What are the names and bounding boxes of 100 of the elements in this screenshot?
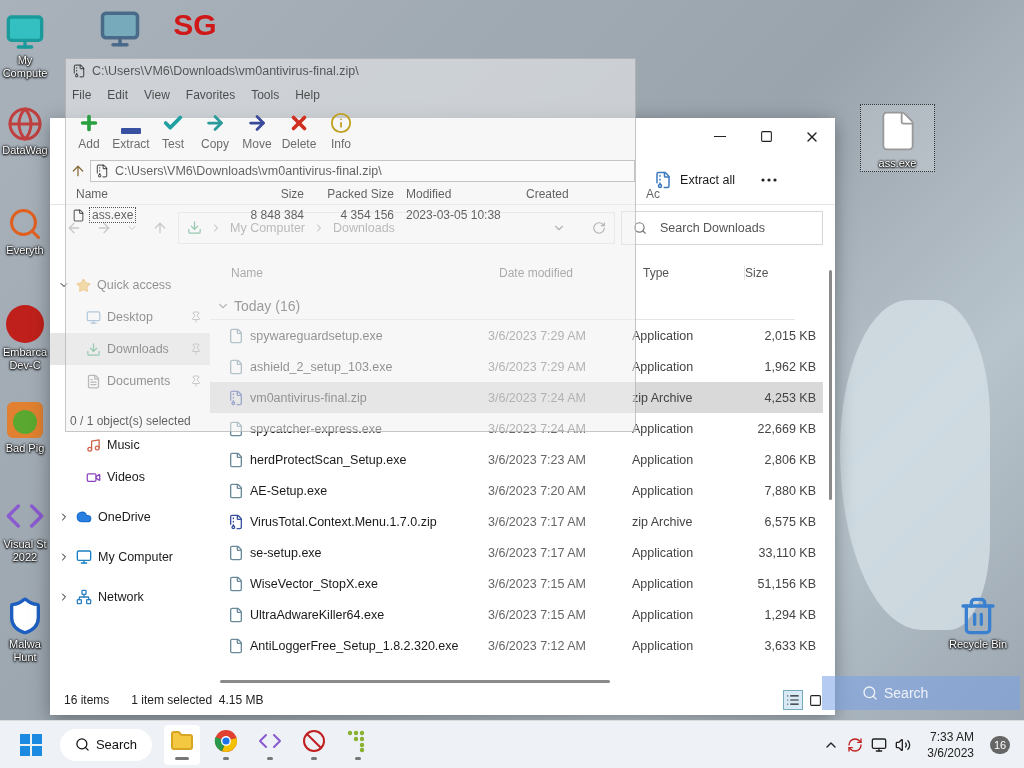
toolbar-button[interactable]: Delete	[282, 112, 316, 151]
archive-icon	[95, 164, 109, 178]
list-icon	[786, 693, 800, 707]
search-field[interactable]: Search Downloads	[621, 210, 823, 245]
file-icon	[72, 208, 85, 222]
file-name: se-setup.exe	[250, 545, 322, 560]
type-cell-text: Application	[632, 328, 695, 343]
file-name: herdProtectScan_Setup.exe	[250, 452, 407, 467]
column-header[interactable]: Created	[522, 187, 642, 201]
date-cell-text: 3/6/2023 7:24 AM	[488, 421, 587, 436]
file-row[interactable]: se-setup.exe 3/6/2023 7:17 AM Application 33,110 KB	[210, 537, 823, 568]
date-cell-text: 3/6/2023 7:29 AM	[488, 328, 587, 343]
file-row[interactable]: ashield_2_setup_103.exe 3/6/2023 7:29 AM Application 1,962 KB	[210, 351, 823, 382]
size-cell-text: 3,633 KB	[763, 638, 816, 653]
nav-tree-item[interactable]: Music	[50, 429, 210, 461]
type-cell-text: zip Archive	[632, 514, 694, 529]
column-header[interactable]: Modified	[402, 187, 522, 201]
file-row[interactable]: AntiLoggerFree_Setup_1.8.2.320.exe 3/6/2023 7:12 AM Application 3,633 KB	[210, 630, 823, 661]
file-icon	[228, 451, 244, 468]
column-header[interactable]: Name	[72, 187, 202, 201]
up-icon[interactable]	[70, 163, 86, 179]
nav-tree-item[interactable]: My Computer	[50, 541, 210, 573]
volume-icon[interactable]	[895, 736, 912, 753]
status-text: 0 / 1 object(s) selected	[69, 413, 191, 430]
file-icon	[228, 358, 244, 375]
minimize-icon	[714, 135, 726, 138]
table-cell-text: 2023-03-05 10:38	[405, 208, 502, 222]
size-cell-text: 33,110 KB	[757, 545, 816, 560]
date-cell-text: 3/6/2023 7:17 AM	[488, 545, 587, 560]
size-cell-text: 6,575 KB	[763, 514, 816, 529]
file-name: spywareguardsetup.exe	[250, 328, 383, 343]
file-row[interactable]: WiseVector_StopX.exe 3/6/2023 7:15 AM Application 51,156 KB	[210, 568, 823, 599]
menu-item[interactable]: Favorites	[185, 88, 236, 102]
menu-item[interactable]: View	[144, 88, 170, 102]
archive-icon	[654, 170, 673, 189]
file-row[interactable]: UltraAdwareKiller64.exe 3/6/2023 7:15 AM Application 1,294 KB	[210, 599, 823, 630]
menu-item[interactable]: File	[72, 88, 92, 102]
nav-tree-item[interactable]: Documents	[50, 365, 210, 397]
file-name: VirusTotal.Context.Menu.1.7.0.zip	[250, 514, 437, 529]
column-header[interactable]: Size	[744, 266, 816, 280]
start-button[interactable]	[20, 733, 42, 756]
item-count: 16 items	[64, 693, 110, 707]
archive-icon	[228, 513, 244, 530]
date-cell-text: 3/6/2023 7:15 AM	[488, 576, 587, 591]
type-cell-text: Application	[632, 359, 695, 374]
taskbar-search[interactable]: Search	[60, 728, 152, 761]
file-row[interactable]: VirusTotal.Context.Menu.1.7.0.zip 3/6/2023 7:17 AM zip Archive 6,575 KB	[210, 506, 823, 537]
file-name: vm0antivirus-final.zip	[250, 390, 367, 405]
file-row[interactable]: AE-Setup.exe 3/6/2023 7:20 AM Application 7,880 KB	[210, 475, 823, 506]
nav-tree-item[interactable]: Quick access	[50, 269, 210, 301]
taskbar-app[interactable]	[164, 724, 200, 765]
toolbar-button[interactable]: Add	[72, 112, 106, 151]
details-view-button[interactable]	[783, 690, 803, 710]
app-logo-icon	[5, 304, 45, 344]
file-row[interactable]: spywareguardsetup.exe 3/6/2023 7:29 AM Application 2,015 KB	[210, 320, 823, 351]
date-cell-text: 3/6/2023 7:17 AM	[488, 514, 587, 529]
file-name: ashield_2_setup_103.exe	[250, 359, 393, 374]
square-icon	[808, 693, 822, 707]
globe-icon	[7, 106, 43, 142]
nav-tree-item[interactable]: Desktop	[50, 301, 210, 333]
column-header[interactable]: Size	[202, 187, 312, 201]
file-row[interactable]: spycatcher-express.exe 3/6/2023 7:24 AM Application 22,669 KB	[210, 413, 823, 444]
column-header[interactable]: Type	[632, 266, 744, 280]
size-cell-text: 2,806 KB	[763, 452, 816, 467]
cloud-icon	[76, 509, 92, 525]
file-row[interactable]: herdProtectScan_Setup.exe 3/6/2023 7:23 AM Application 2,806 KB	[210, 444, 823, 475]
column-header[interactable]: Ac	[642, 187, 660, 201]
minus-icon	[121, 128, 141, 134]
prohibited-icon	[302, 729, 326, 753]
table-cell-text: 4 354 156	[339, 208, 395, 222]
path-field[interactable]: C:\Users\VM6\Downloads\vm0antivirus-final.zip\	[90, 160, 635, 182]
notification-badge[interactable]: 16	[990, 735, 1010, 754]
menu-item[interactable]: Help	[295, 88, 320, 102]
nav-tree-item[interactable]: Network	[50, 581, 210, 613]
selection-info: 1 item selected 4.15 MB	[131, 693, 264, 707]
column-header[interactable]: Packed Size	[312, 187, 402, 201]
nav-tree-item[interactable]: OneDrive	[50, 501, 210, 533]
type-cell-text: Application	[632, 545, 695, 560]
file-name: AntiLoggerFree_Setup_1.8.2.320.exe	[250, 638, 459, 653]
search-icon	[633, 220, 647, 235]
nav-tree-item[interactable]: Videos	[50, 461, 210, 493]
size-cell-text: 22,669 KB	[756, 421, 816, 436]
toolbar-button[interactable]: Extract	[114, 128, 148, 151]
toolbar-button[interactable]: Test	[156, 112, 190, 151]
toolbar-button[interactable]: Info	[324, 112, 358, 151]
type-cell-text: Application	[632, 421, 695, 436]
star-icon	[76, 277, 91, 293]
menu-item[interactable]: Edit	[107, 88, 129, 102]
toolbar-button[interactable]: Move	[240, 112, 274, 151]
sync-icon[interactable]	[847, 736, 864, 753]
clock[interactable]: 7:33 AM 3/6/2023	[927, 728, 974, 761]
toolbar-button[interactable]: Copy	[198, 112, 232, 151]
menu-item[interactable]: Tools	[251, 88, 280, 102]
date-cell-text: 3/6/2023 7:20 AM	[488, 483, 587, 498]
download-icon	[86, 341, 101, 357]
size-cell-text: 1,294 KB	[763, 607, 816, 622]
file-name[interactable]: ass.exe	[89, 207, 137, 223]
download-icon	[187, 220, 202, 235]
search-icon	[74, 737, 90, 752]
pig-icon	[5, 400, 45, 440]
